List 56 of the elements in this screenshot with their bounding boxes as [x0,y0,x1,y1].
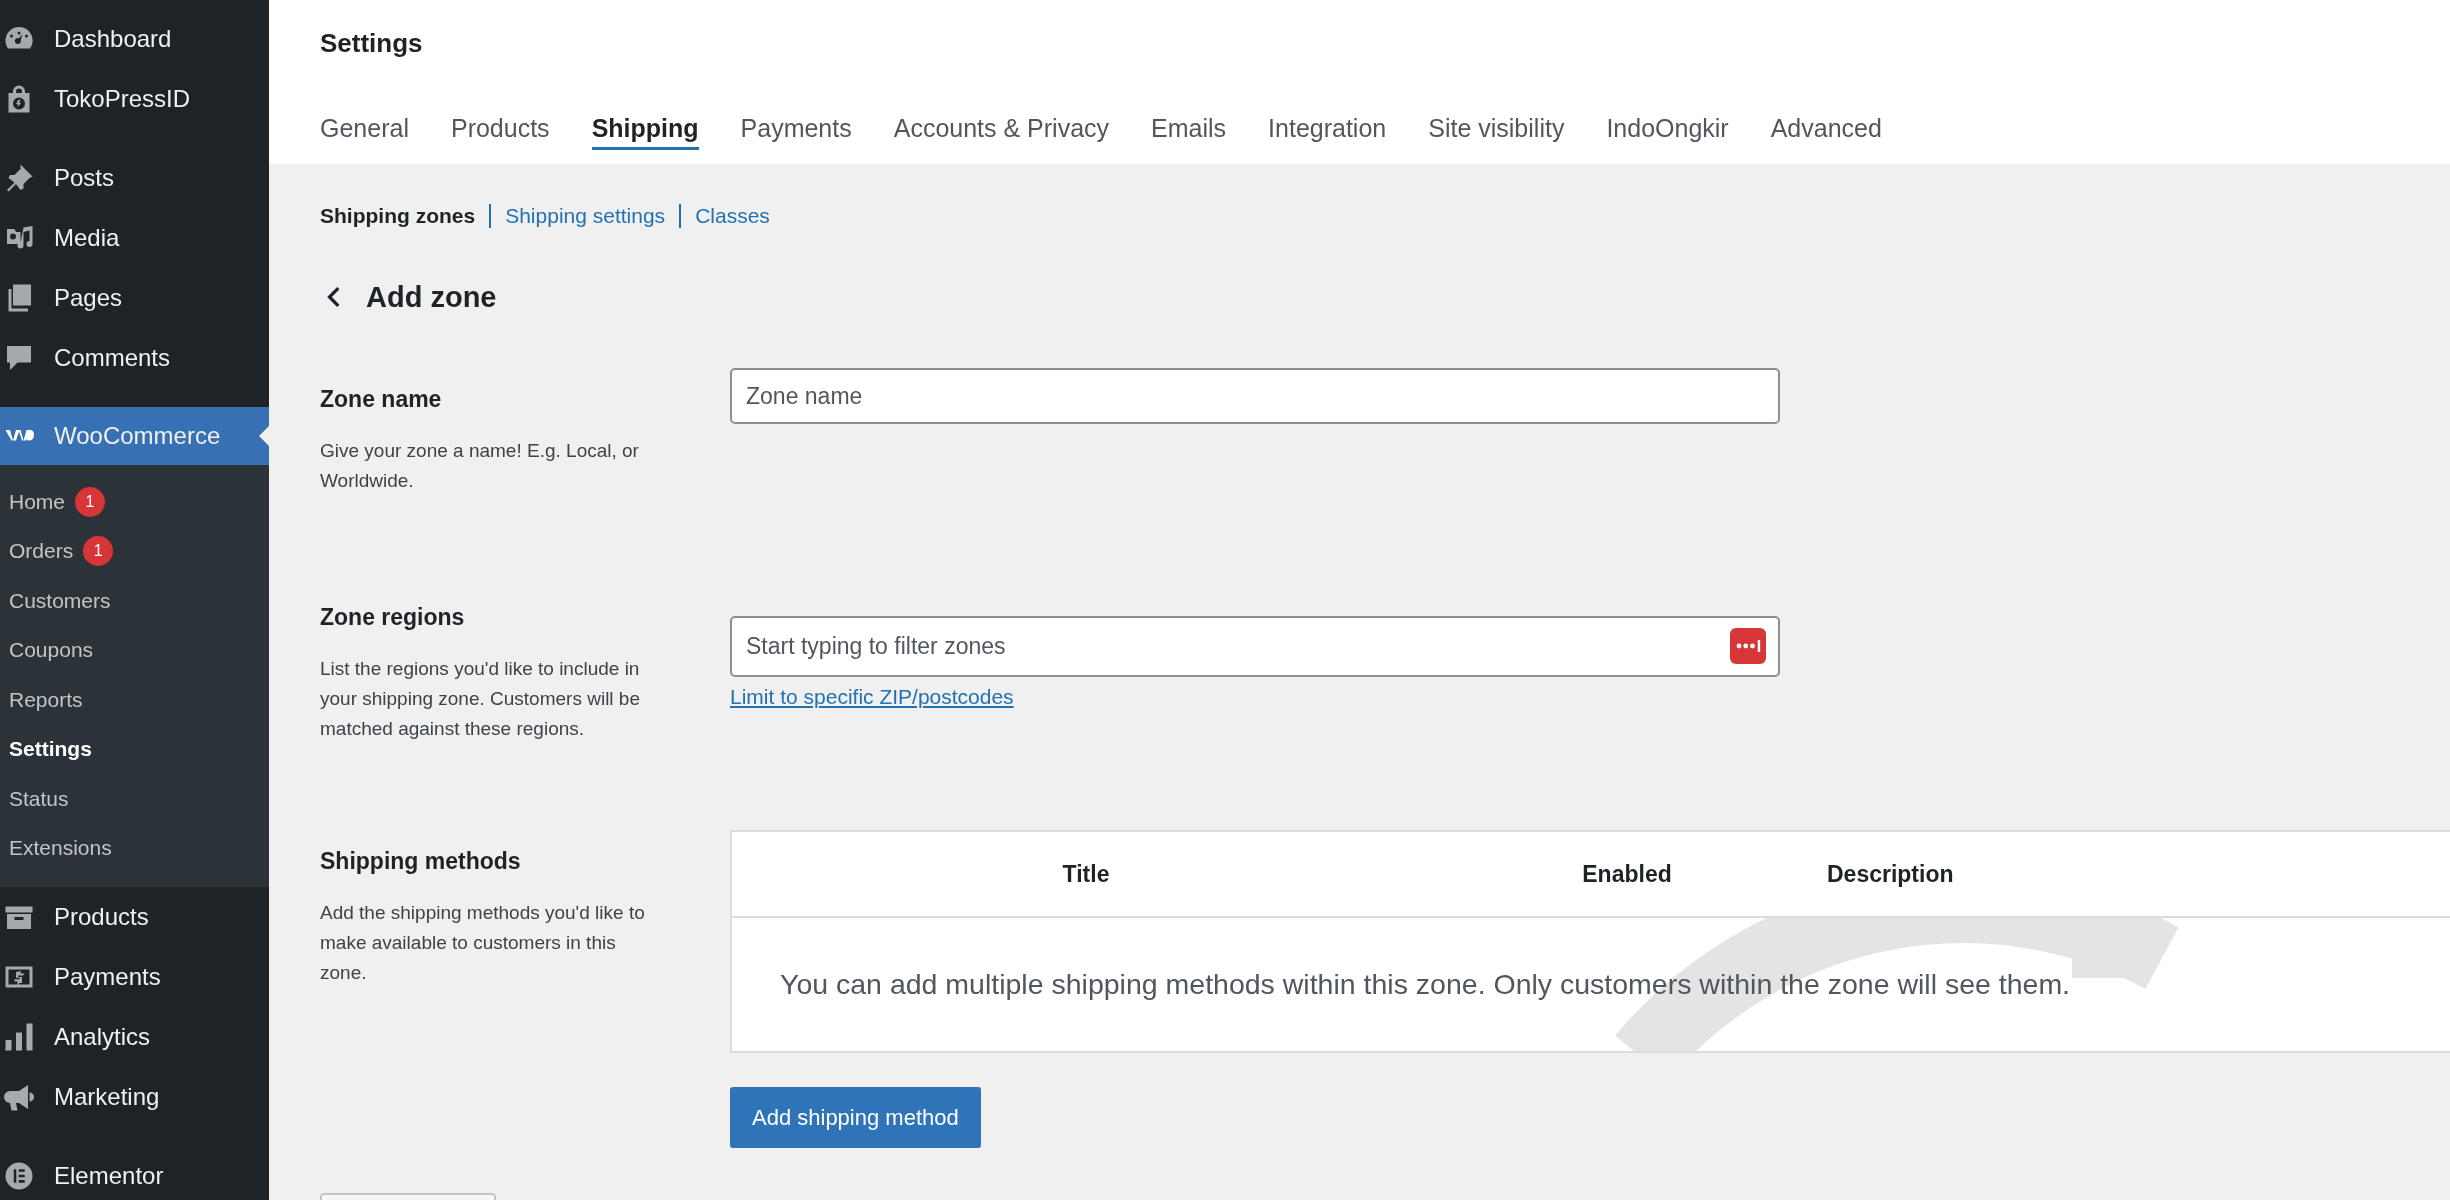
menu-item[interactable]: Marketing [0,1067,269,1127]
settings-tab[interactable]: Advanced [1770,114,1882,150]
submenu-item[interactable]: Customers [0,576,269,626]
section-title: Shipping methods [320,847,522,876]
section-title: Zone regions [320,603,466,632]
menu-item[interactable]: WooCommerce [0,407,269,465]
count-badge: 1 [83,536,114,567]
menu-item[interactable]: Payments [0,947,269,1007]
menu-item[interactable]: Analytics [0,1007,269,1067]
submenu-item[interactable]: Coupons [0,625,269,675]
subnav-link[interactable]: Shipping zones [320,204,490,228]
menu-item[interactable]: Comments [0,328,269,388]
column-header: Title [1062,860,1110,888]
submenu-item[interactable]: Orders 1 [0,526,269,576]
submenu-item[interactable]: Extensions [0,823,269,873]
subnav-link[interactable]: Shipping settings [489,204,680,228]
empty-message: You can add multiple shipping methods within this zone. Only customers within the zone will see them. [780,968,2071,1001]
settings-tab[interactable]: Payments [740,114,852,150]
postcode-link[interactable]: Limit to specific ZIP/postcodes [730,685,1014,709]
section-title: Zone name [320,385,443,414]
column-header: Enabled [1582,860,1672,888]
settings-tab[interactable]: IndoOngkir [1606,114,1729,150]
menu-item[interactable]: Products [0,887,269,947]
menu-item[interactable]: Dashboard [0,9,269,69]
megaphone-icon [4,1082,34,1112]
submenu-item[interactable]: Status [0,774,269,824]
bar-chart-icon [4,1022,34,1052]
menu-item[interactable]: Posts [0,148,269,208]
menu-item[interactable]: Pages [0,268,269,328]
dots-icon [1730,628,1766,664]
search-field[interactable]: Start typing to filter zones [730,616,1780,677]
submenu-item[interactable]: Home 1 [0,477,269,527]
count-badge: 1 [75,486,106,517]
subnav-link[interactable]: Classes [679,204,784,228]
settings-tab[interactable]: Emails [1151,114,1227,150]
menu-item[interactable]: Media [0,208,269,268]
page-title: Settings [320,28,424,60]
speech-bubble-icon [4,343,34,373]
settings-tab[interactable]: Shipping [591,114,699,150]
settings-tab[interactable]: Site visibility [1428,114,1565,150]
column-header: Description [1826,860,1955,888]
submenu-item[interactable]: Reports [0,675,269,725]
menu-item[interactable]: Elementor [0,1146,269,1200]
settings-tab[interactable]: Products [450,114,550,150]
menu-item[interactable]: TokoPressID [0,69,269,129]
input-field[interactable]: Zone name [730,368,1780,424]
section-description: List the regions you'd like to include in your shipping zone. Customers will be matched against these regions. [320,657,641,741]
settings-tab[interactable]: Integration [1268,114,1387,150]
section-description: Give your zone a name! E.g. Local, or Worldwide. [320,439,640,493]
settings-tab[interactable]: General [320,114,409,150]
add-method-button[interactable]: Add shipping method [730,1087,981,1148]
e-logo-icon [4,1161,34,1191]
submenu-item[interactable]: Settings [0,724,269,774]
settings-tab[interactable]: Accounts & Privacy [893,114,1110,150]
back-heading: Add zone [366,280,497,314]
section-description: Add the shipping methods you'd like to make available to customers in this zone. [320,901,645,985]
